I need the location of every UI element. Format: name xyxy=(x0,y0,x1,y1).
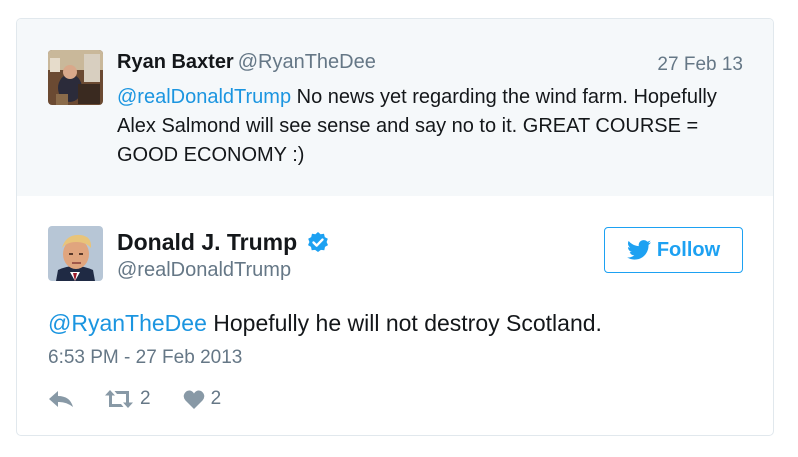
main-author-name[interactable]: Donald J. Trump xyxy=(117,229,330,256)
like-count: 2 xyxy=(210,388,222,409)
retweet-button[interactable]: 2 xyxy=(104,388,151,410)
parent-mention-link[interactable]: @realDonaldTrump xyxy=(117,86,291,108)
like-button[interactable]: 2 xyxy=(151,388,222,410)
main-text-body: Hopefully he will not destroy Scotland. xyxy=(206,310,602,336)
verified-badge-icon xyxy=(306,231,330,255)
parent-author-name[interactable]: Ryan Baxter xyxy=(117,51,234,73)
reply-icon xyxy=(49,391,73,407)
retweet-count: 2 xyxy=(140,388,151,409)
reply-button[interactable] xyxy=(48,388,104,410)
parent-tweet-text: @realDonaldTrump No news yet regarding t… xyxy=(117,83,717,170)
parent-tweet[interactable]: Ryan Baxter @RyanTheDee 27 Feb 13 @realDo… xyxy=(17,19,773,196)
retweet-icon xyxy=(105,390,133,408)
main-author-name-text[interactable]: Donald J. Trump xyxy=(117,229,297,256)
embedded-tweet-card: Ryan Baxter @RyanTheDee 27 Feb 13 @realDo… xyxy=(16,18,774,436)
tweet-timestamp[interactable]: 6:53 PM - 27 Feb 2013 xyxy=(48,347,242,369)
avatar-donald-trump[interactable] xyxy=(48,226,103,281)
parent-author-handle[interactable]: @RyanTheDee xyxy=(238,51,376,73)
main-tweet-text: @RyanTheDee Hopefully he will not destro… xyxy=(48,310,602,337)
main-author-handle[interactable]: @realDonaldTrump xyxy=(117,259,291,282)
follow-button[interactable]: Follow xyxy=(604,227,743,273)
twitter-bird-icon xyxy=(626,240,651,260)
follow-button-label: Follow xyxy=(656,238,721,261)
avatar-ryan-baxter[interactable] xyxy=(48,50,103,105)
parent-date[interactable]: 27 Feb 13 xyxy=(657,54,743,76)
parent-author[interactable]: Ryan Baxter @RyanTheDee xyxy=(117,51,376,74)
heart-icon xyxy=(183,389,204,409)
main-mention-link[interactable]: @RyanTheDee xyxy=(48,310,207,336)
tweet-actions: 2 2 xyxy=(48,388,221,410)
